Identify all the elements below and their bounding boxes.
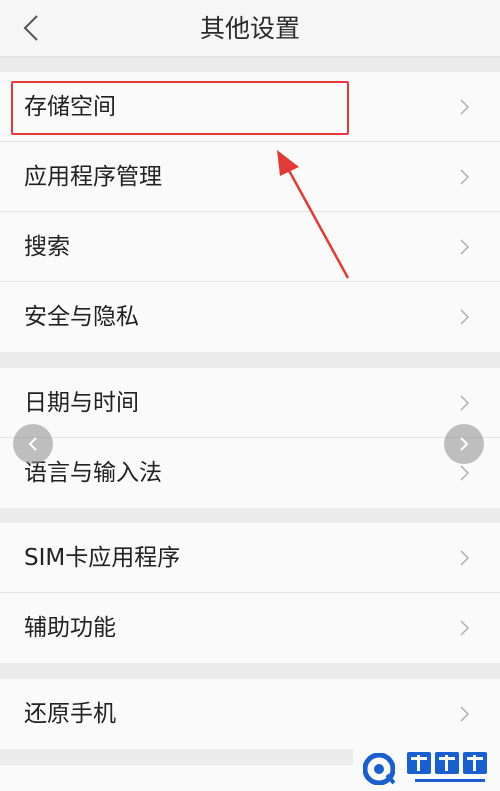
chevron-right-icon: [460, 239, 470, 255]
menu-item-app-management[interactable]: 应用程序管理: [0, 142, 500, 212]
menu-item-date-time[interactable]: 日期与时间: [0, 368, 500, 438]
menu-item-label: 安全与隐私: [24, 304, 139, 330]
settings-group-general: 存储空间 应用程序管理 搜索 安全与隐私: [0, 72, 500, 352]
chevron-left-icon: [28, 437, 37, 451]
page-title: 其他设置: [199, 14, 300, 43]
settings-group-locale: 日期与时间 语言与输入法: [0, 368, 500, 508]
next-slide-button[interactable]: [444, 424, 484, 464]
watermark-wordmark: [407, 752, 487, 782]
chevron-right-icon: [460, 99, 470, 115]
menu-item-reset-phone[interactable]: 还原手机: [0, 679, 500, 749]
prev-slide-button[interactable]: [13, 424, 53, 464]
menu-item-storage[interactable]: 存储空间: [0, 72, 500, 142]
back-button[interactable]: [8, 6, 54, 50]
menu-item-accessibility[interactable]: 辅助功能: [0, 593, 500, 663]
chevron-right-icon: [460, 169, 470, 185]
menu-item-label: 存储空间: [24, 94, 116, 120]
chevron-right-icon: [460, 309, 470, 325]
app-header: 其他设置: [0, 0, 500, 57]
chevron-right-icon: [460, 550, 470, 566]
chevron-right-icon: [460, 706, 470, 722]
menu-item-label: 搜索: [24, 234, 70, 260]
menu-item-search[interactable]: 搜索: [0, 212, 500, 282]
menu-item-label: 还原手机: [24, 701, 116, 727]
watermark-badge-icon: [363, 753, 395, 785]
chevron-right-icon: [460, 465, 470, 481]
menu-item-security-privacy[interactable]: 安全与隐私: [0, 282, 500, 352]
watermark-logo: [353, 745, 500, 791]
menu-item-label: 辅助功能: [24, 615, 116, 641]
menu-item-label: 应用程序管理: [24, 164, 162, 190]
chevron-right-icon: [460, 395, 470, 411]
menu-item-language-input[interactable]: 语言与输入法: [0, 438, 500, 508]
settings-group-reset: 还原手机: [0, 679, 500, 749]
chevron-right-icon: [460, 620, 470, 636]
chevron-right-icon: [460, 437, 469, 451]
menu-item-label: SIM卡应用程序: [24, 545, 181, 571]
chevron-left-icon: [23, 15, 38, 41]
menu-item-sim-apps[interactable]: SIM卡应用程序: [0, 523, 500, 593]
settings-group-sim: SIM卡应用程序 辅助功能: [0, 523, 500, 663]
